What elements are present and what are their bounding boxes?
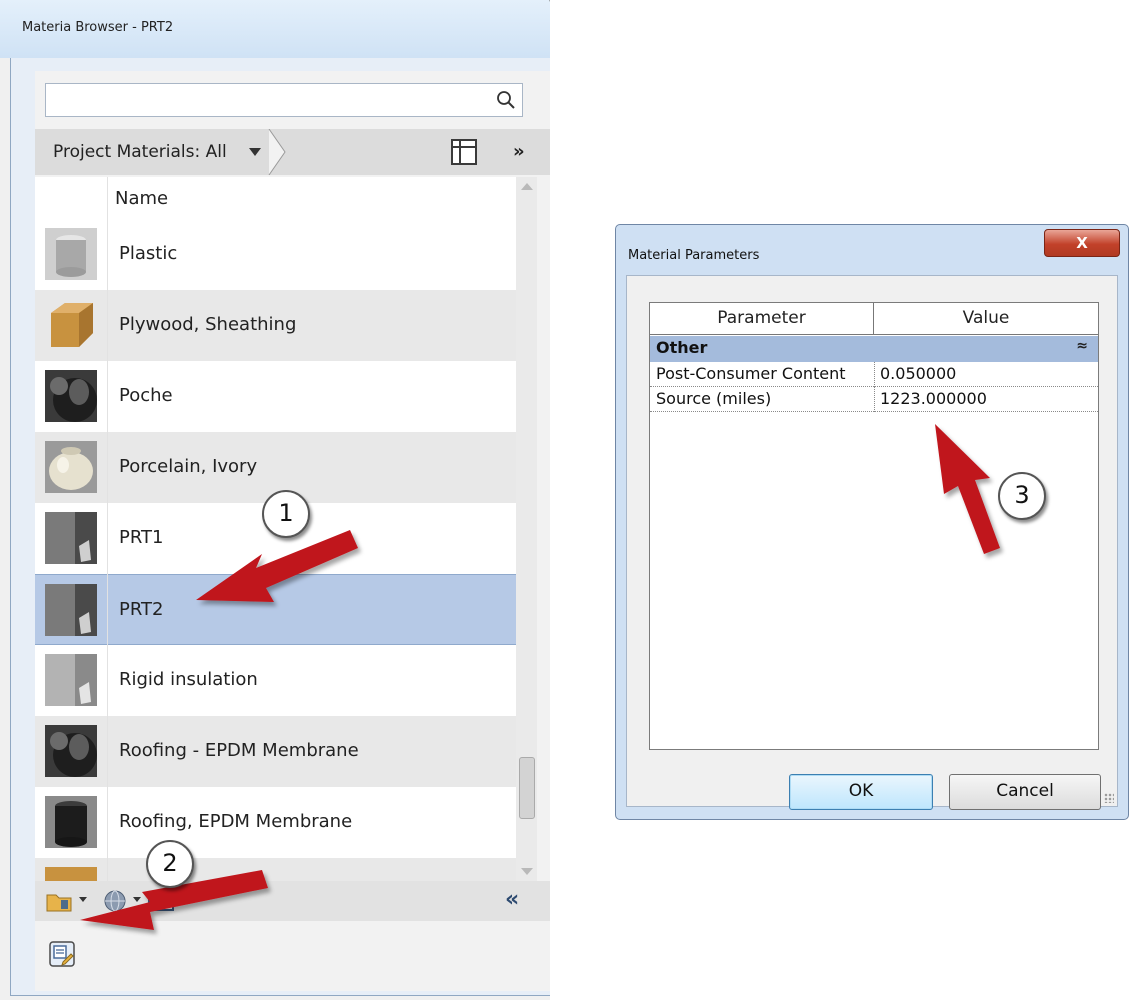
parameter-row[interactable]: Source (miles) 1223.000000 [650,387,1098,412]
material-parameters-dialog: Material Parameters X Parameter Value Ot… [615,224,1129,820]
dialog-title: Material Parameters [628,248,760,263]
view-options-icon[interactable] [451,139,477,165]
chevron-down-icon[interactable] [79,897,87,902]
material-name: Roofing - EPDM Membrane [119,740,359,761]
parameter-value-field[interactable]: 1223.000000 [880,389,1090,408]
chevron-down-icon [249,148,261,156]
list-icon[interactable] [147,889,175,913]
material-thumbnail-icon [45,512,97,564]
project-materials-filter-dropdown[interactable]: Project Materials: All [35,129,293,175]
collapse-group-icon[interactable]: ≈ [1076,338,1088,354]
parameter-name: Post-Consumer Content [656,364,846,383]
material-name: Rigid insulation [119,669,258,690]
title-bar: Materia Browser - PRT2 [0,0,550,58]
search-input[interactable] [50,88,494,114]
torn-edge [549,0,550,3]
search-box[interactable] [45,83,523,117]
material-thumbnail-icon [45,370,97,422]
material-name: Plastic [119,243,178,264]
material-thumbnail-icon [45,228,97,280]
material-name: Plywood, Sheathing [119,314,297,335]
column-header-parameter[interactable]: Parameter [650,303,874,335]
callout-3: 3 [998,472,1046,520]
filter-bar: Project Materials: All » [35,129,550,175]
more-button[interactable]: » [513,141,525,162]
close-button[interactable]: X [1044,229,1120,257]
group-header-other[interactable]: Other ≈ [650,336,1098,362]
cell-divider [874,387,875,412]
parameter-row[interactable]: Post-Consumer Content 0.050000 [650,362,1098,387]
dialog-client-area: Parameter Value Other ≈ Post-Consumer Co… [626,275,1118,810]
material-name: Poche [119,385,173,406]
globe-icon[interactable] [103,889,129,913]
resize-grip-icon[interactable] [1104,793,1114,803]
collapse-library-button[interactable]: « [505,887,519,912]
material-thumbnail-icon [45,441,97,493]
material-name: PRT1 [119,527,164,548]
search-icon[interactable] [496,90,516,110]
breadcrumb-chevron-icon [268,129,286,175]
material-name: Roofing, EPDM Membrane [119,811,353,832]
material-thumbnail-icon [45,867,97,881]
parameters-grid: Parameter Value Other ≈ Post-Consumer Co… [649,302,1099,750]
parameter-value-field[interactable]: 0.050000 [880,364,1090,383]
filter-label: Project Materials: All [53,142,227,162]
material-thumbnail-icon [45,299,97,351]
edit-material-icon[interactable] [49,941,75,967]
column-divider [107,177,108,881]
material-thumbnail-icon [45,725,97,777]
material-thumbnail-icon [45,796,97,848]
material-name: Porcelain, Ivory [119,456,258,477]
browser-toolbar: « [35,881,550,921]
window-title: Materia Browser - PRT2 [22,20,174,35]
chevron-down-icon[interactable] [133,897,141,902]
column-header-name[interactable]: Name [115,188,168,209]
group-name: Other [656,338,708,357]
material-name: PRT2 [119,599,164,620]
callout-2: 2 [146,840,194,888]
ok-button[interactable]: OK [789,774,933,810]
callout-1: 1 [262,490,310,538]
parameter-name: Source (miles) [656,389,772,408]
cancel-button[interactable]: Cancel [949,774,1101,810]
material-thumbnail-icon [45,654,97,706]
column-header-value[interactable]: Value [874,303,1098,335]
cell-divider [874,362,875,387]
folder-settings-icon[interactable] [45,889,75,913]
material-thumbnail-icon [45,584,97,636]
